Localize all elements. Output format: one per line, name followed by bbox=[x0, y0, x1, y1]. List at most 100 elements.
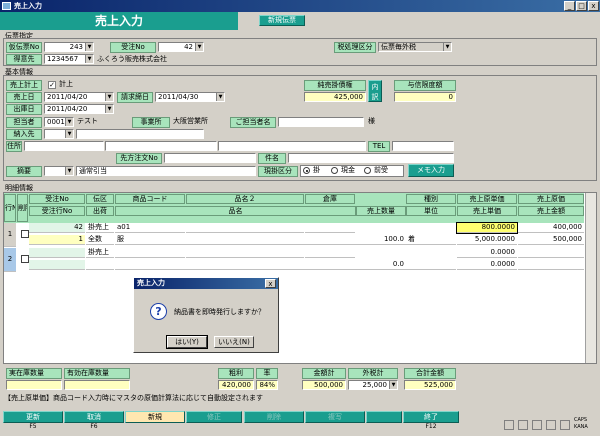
row0-juchu[interactable]: 42 bbox=[29, 223, 85, 233]
ritsu-value: 84% bbox=[256, 380, 278, 390]
row1-delete-checkbox[interactable] bbox=[21, 255, 29, 263]
row1-qty[interactable] bbox=[305, 248, 355, 258]
row1-denku[interactable]: 掛売上 bbox=[86, 248, 114, 258]
row1-unit[interactable] bbox=[406, 260, 456, 270]
window-title: 売上入力 bbox=[14, 2, 42, 10]
question-icon: ? bbox=[150, 303, 167, 320]
grid-header-0: 行No bbox=[4, 194, 16, 222]
row0-denku[interactable]: 掛売上 bbox=[86, 223, 114, 233]
radio-genkin[interactable] bbox=[331, 167, 338, 174]
radio-kake-label: 掛 bbox=[313, 166, 320, 174]
row0-amount[interactable]: 500,000 bbox=[518, 235, 584, 245]
tanto-select[interactable]: 0001 ▼ bbox=[44, 117, 74, 127]
keijo-check-label: 計上 bbox=[59, 80, 73, 88]
sakichumon-input[interactable] bbox=[164, 153, 256, 163]
row1-qty2[interactable]: 0.0 bbox=[356, 260, 406, 270]
screen-banner: 売上入力 bbox=[0, 12, 238, 30]
fkey-7-button[interactable]: 終了 bbox=[403, 411, 459, 423]
row0-qty2[interactable]: 100.0 bbox=[356, 235, 406, 245]
row0-cost[interactable]: 400,000 bbox=[518, 223, 584, 233]
row1-price[interactable]: 0.0000 bbox=[457, 260, 517, 270]
arari-value: 420,000 bbox=[218, 380, 254, 390]
yoshin-value: 0 bbox=[394, 92, 456, 102]
gokei-value: 525,000 bbox=[404, 380, 456, 390]
new-slip-button[interactable]: 新規伝票 bbox=[259, 15, 305, 26]
jigyo-value: 大阪営業所 bbox=[173, 117, 208, 125]
radio-maeuke[interactable] bbox=[364, 167, 371, 174]
fkey-1-button[interactable]: 取消 bbox=[64, 411, 124, 423]
gotanto-input[interactable] bbox=[278, 117, 364, 127]
row0-name[interactable]: 服 bbox=[115, 235, 356, 245]
shukka-date-field[interactable]: 2011/04/20 ▼ bbox=[44, 104, 114, 114]
tekiyo-select[interactable]: ▼ bbox=[44, 166, 74, 176]
jusho-input-1[interactable] bbox=[24, 141, 104, 151]
fkey-4-button[interactable]: 削除 bbox=[244, 411, 304, 423]
sotozei-select[interactable]: 25,000 ▼ bbox=[348, 380, 398, 390]
tokui-code: 1234567 bbox=[47, 55, 79, 63]
memo-input-button[interactable]: メモ入力 bbox=[408, 164, 454, 177]
close-window-button[interactable]: x bbox=[588, 1, 599, 11]
kari-denpyo-select[interactable]: 243 ▼ bbox=[44, 42, 94, 52]
tekiyo-input[interactable]: 通常引当 bbox=[76, 166, 256, 176]
yoshin-label: 与信限度額 bbox=[394, 80, 456, 91]
keijo-checkbox[interactable]: ✓ bbox=[48, 81, 56, 89]
row1-shukka[interactable] bbox=[86, 260, 114, 270]
seikyu-date-field[interactable]: 2011/04/30 ▼ bbox=[155, 92, 225, 102]
maximize-button[interactable]: □ bbox=[576, 1, 587, 11]
fkey-5-button[interactable]: 複写 bbox=[305, 411, 365, 423]
tel-input[interactable] bbox=[392, 141, 454, 151]
row0-code[interactable]: a01 bbox=[115, 223, 185, 233]
tax-select[interactable]: 伝票毎外税 ▼ bbox=[378, 42, 452, 52]
row1-name[interactable] bbox=[115, 260, 356, 270]
juchu-select[interactable]: 42 ▼ bbox=[158, 42, 204, 52]
row1-gyo[interactable] bbox=[29, 260, 85, 270]
yes-button[interactable]: はい(Y) bbox=[166, 335, 208, 349]
tekiyo-value: 通常引当 bbox=[79, 167, 107, 175]
jusho-input-3[interactable] bbox=[218, 141, 366, 151]
row0-price[interactable]: 5,000.0000 bbox=[457, 235, 517, 245]
row1-qty[interactable] bbox=[186, 248, 304, 258]
row1-amount[interactable] bbox=[518, 260, 584, 270]
fkey-2-button[interactable]: 新規 bbox=[125, 411, 185, 423]
dialog-close-button[interactable]: x bbox=[265, 279, 276, 288]
zaiko-value bbox=[6, 380, 62, 390]
chevron-down-icon: ▼ bbox=[105, 105, 113, 113]
keijo-label: 売上計上 bbox=[6, 80, 42, 91]
fkey-0-button[interactable]: 更新 bbox=[3, 411, 63, 423]
row0-unit[interactable]: 着 bbox=[406, 235, 456, 245]
jusho-input-2[interactable] bbox=[105, 141, 217, 151]
minimize-button[interactable]: _ bbox=[564, 1, 575, 11]
row1-cost[interactable] bbox=[518, 248, 584, 258]
row0-gyo[interactable]: 1 bbox=[29, 235, 85, 245]
row1-cost_unit[interactable]: 0.0000 bbox=[457, 248, 517, 258]
grid-header-2: 受注No bbox=[29, 194, 85, 204]
row0-qty[interactable] bbox=[305, 223, 355, 233]
row0-qty[interactable] bbox=[186, 223, 304, 233]
nonyu-name-input[interactable] bbox=[76, 129, 204, 139]
grid-header-9: 売上原価 bbox=[518, 194, 584, 204]
grid-scrollbar[interactable] bbox=[585, 193, 596, 363]
kenmei-label: 件名 bbox=[258, 153, 286, 164]
fkey-7-number: F12 bbox=[425, 423, 437, 430]
kenmei-input[interactable] bbox=[288, 153, 454, 163]
row1-code[interactable] bbox=[115, 248, 185, 258]
tokui-code-select[interactable]: 1234567 ▼ bbox=[44, 54, 94, 64]
tool-icon bbox=[546, 420, 556, 430]
uchiwake-button[interactable]: 内訳 bbox=[368, 80, 382, 102]
radio-kake[interactable] bbox=[303, 167, 310, 174]
ime-icon bbox=[504, 420, 514, 430]
uriage-date-field[interactable]: 2011/04/20 ▼ bbox=[44, 92, 114, 102]
nonyu-select[interactable]: ▼ bbox=[44, 129, 74, 139]
row0-shukka[interactable]: 全数 bbox=[86, 235, 114, 245]
help-icon bbox=[560, 420, 570, 430]
fkey-6-button[interactable] bbox=[366, 411, 402, 423]
juchu-value: 42 bbox=[184, 43, 193, 51]
no-button[interactable]: いいえ(N) bbox=[214, 336, 254, 348]
fkey-3-button[interactable]: 修正 bbox=[186, 411, 242, 423]
system-tray: CAPS KANA bbox=[500, 416, 598, 434]
confirm-dialog: 売上入力 x ? 納品書を即時発行しますか？ はい(Y) いいえ(N) bbox=[133, 277, 279, 353]
row0-delete-checkbox[interactable] bbox=[21, 230, 29, 238]
row0-cost_unit[interactable]: 800.0000 bbox=[456, 222, 518, 234]
row1-juchu[interactable] bbox=[29, 248, 85, 258]
tokui-label: 得意先 bbox=[6, 54, 42, 65]
